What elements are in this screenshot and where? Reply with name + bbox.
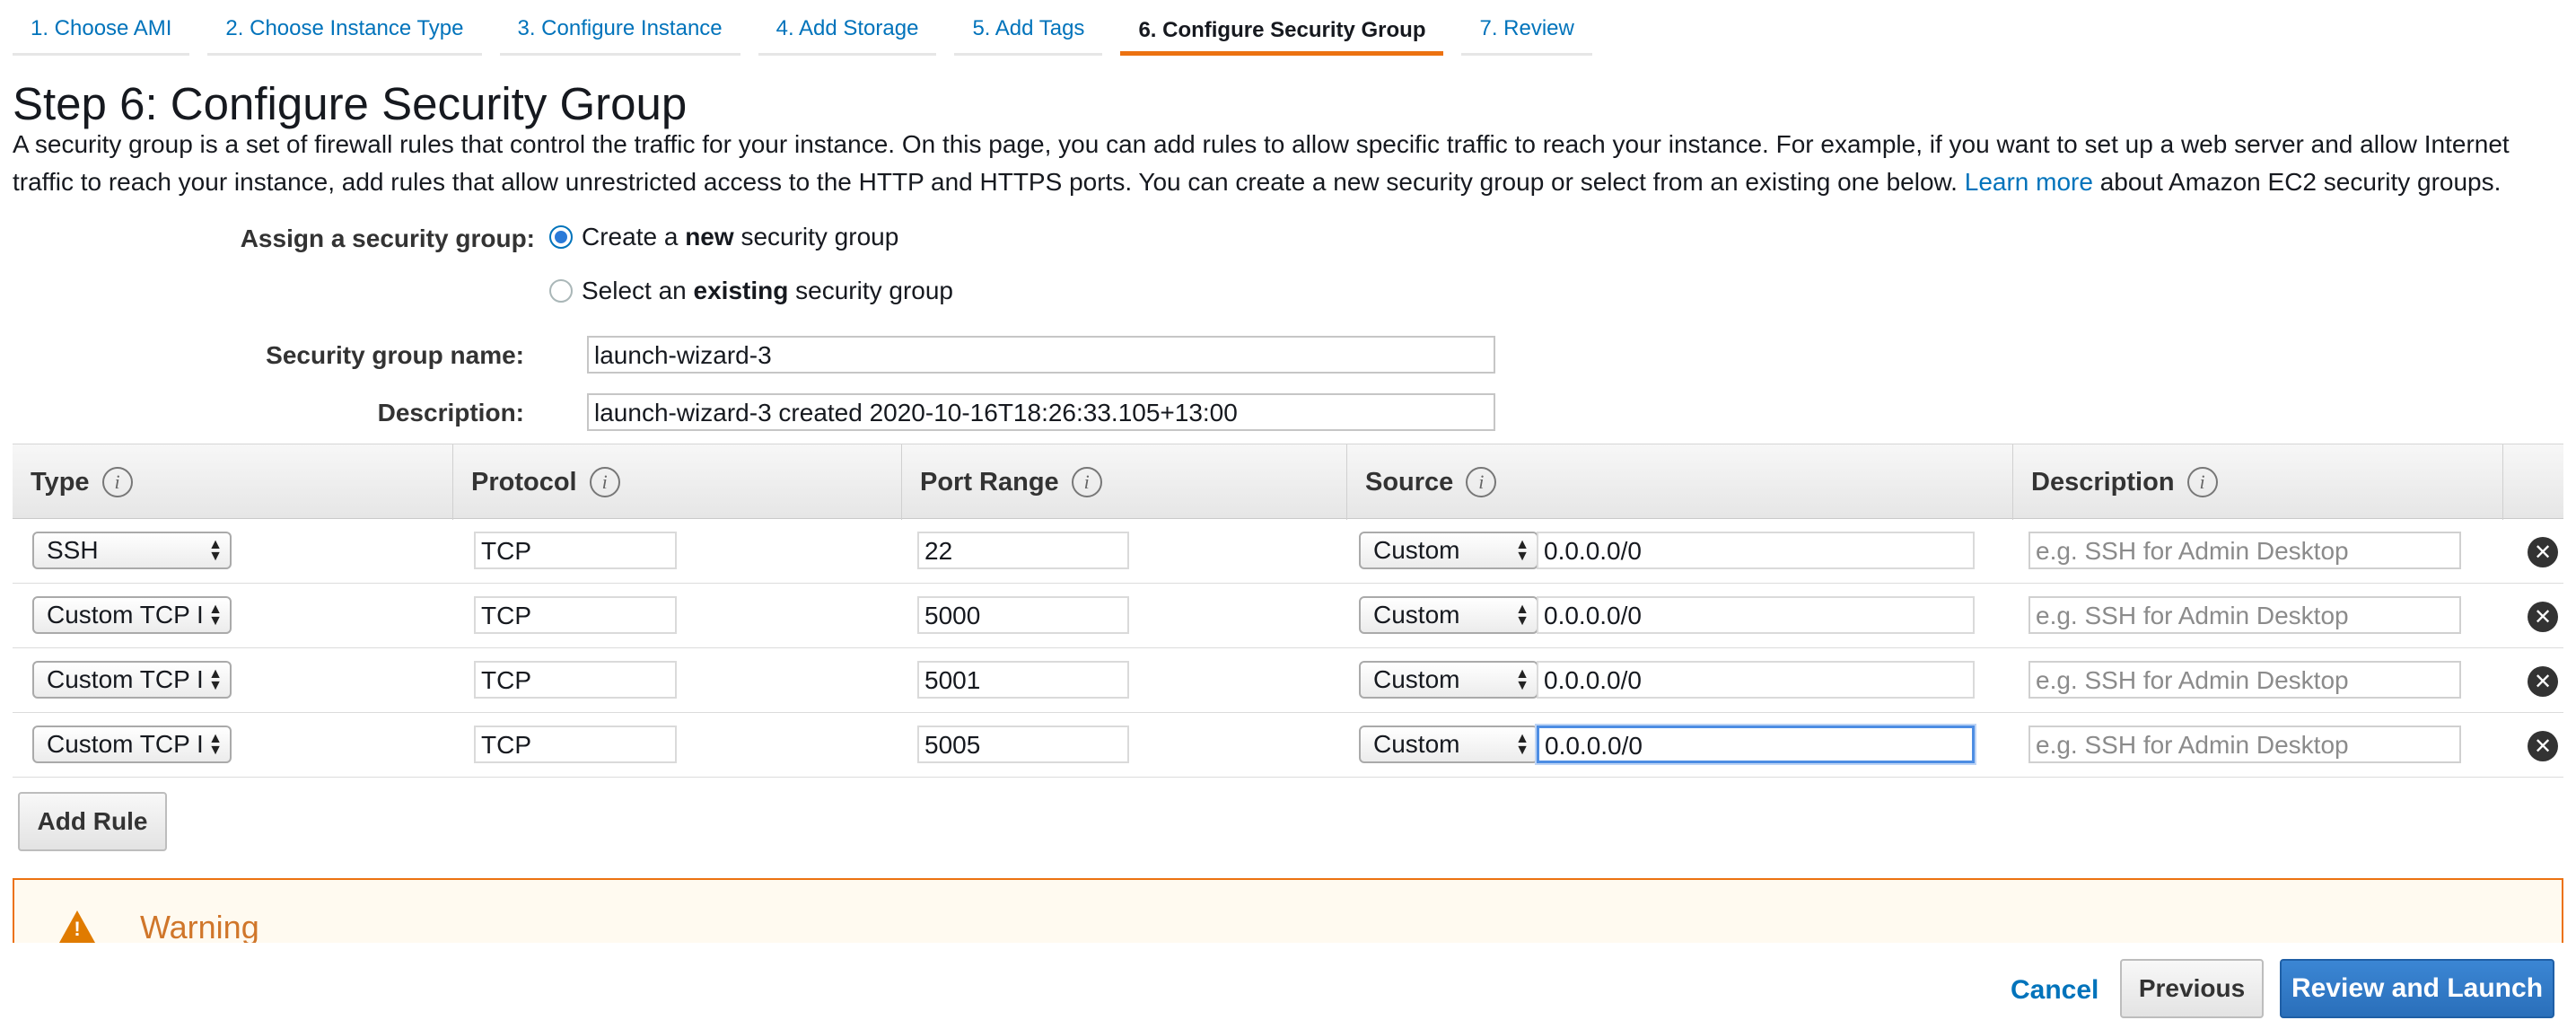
- info-icon[interactable]: i: [1466, 467, 1497, 497]
- warning-title: Warning: [140, 909, 259, 943]
- rule-type-select[interactable]: Custom TCP I ▲ ▼: [32, 596, 232, 634]
- rule-description-input[interactable]: e.g. SSH for Admin Desktop: [2028, 661, 2461, 699]
- protocol-field: TCP: [474, 596, 677, 634]
- step-add-storage[interactable]: 4. Add Storage: [758, 0, 937, 56]
- intro-suffix: about Amazon EC2 security groups.: [2099, 168, 2502, 196]
- description-label: Description:: [377, 399, 524, 427]
- port-range-input[interactable]: 5001: [917, 661, 1129, 699]
- rule-description-input[interactable]: e.g. SSH for Admin Desktop: [2028, 596, 2461, 634]
- info-icon[interactable]: i: [1071, 467, 1102, 497]
- port-range-input[interactable]: 22: [917, 532, 1129, 569]
- source-cidr-input[interactable]: 0.0.0.0/0: [1537, 532, 1975, 569]
- header-description: Description i: [2012, 444, 2502, 520]
- radio-create-new-label[interactable]: Create a new security group: [582, 223, 898, 251]
- review-and-launch-button[interactable]: Review and Launch: [2280, 959, 2554, 1018]
- select-arrows-icon: ▲ ▼: [1515, 731, 1529, 758]
- table-row: Custom TCP I ▲ ▼ TCP 5005 Custom ▲ ▼ 0.0.0.0…: [13, 713, 2563, 778]
- remove-rule-icon[interactable]: ✕: [2528, 731, 2558, 761]
- table-row: Custom TCP I ▲ ▼ TCP 5001 Custom ▲ ▼ 0.0.0.0…: [13, 648, 2563, 713]
- step-add-tags[interactable]: 5. Add Tags: [954, 0, 1103, 56]
- port-range-input[interactable]: 5000: [917, 596, 1129, 634]
- page-title: Step 6: Configure Security Group: [13, 78, 688, 129]
- protocol-field: TCP: [474, 661, 677, 699]
- select-arrows-icon: ▲ ▼: [208, 731, 223, 758]
- protocol-field: TCP: [474, 532, 677, 569]
- table-header: Type i Protocol i Port Range i Source i Desc…: [13, 444, 2563, 520]
- rule-description-input[interactable]: e.g. SSH for Admin Desktop: [2028, 726, 2461, 763]
- step-configure-security-group[interactable]: 6. Configure Security Group: [1120, 0, 1444, 56]
- radio-create-new[interactable]: Create a new security group: [549, 223, 898, 251]
- remove-rule-icon[interactable]: ✕: [2528, 537, 2558, 567]
- previous-button[interactable]: Previous: [2120, 959, 2264, 1018]
- header-protocol: Protocol i: [452, 444, 901, 520]
- warning-exclamation: !: [74, 918, 81, 940]
- radio-select-existing-label[interactable]: Select an existing security group: [582, 277, 953, 305]
- remove-rule-icon[interactable]: ✕: [2528, 666, 2558, 697]
- table-row: SSH ▲ ▼ TCP 22 Custom ▲ ▼ 0.0.0.0/0 e.g. SSH…: [13, 519, 2563, 584]
- wizard-steps: 1. Choose AMI 2. Choose Instance Type 3.…: [13, 0, 1610, 59]
- select-arrows-icon: ▲ ▼: [1515, 602, 1529, 629]
- select-arrows-icon: ▲ ▼: [208, 602, 223, 629]
- header-actions: [2502, 444, 2563, 520]
- source-cidr-input[interactable]: 0.0.0.0/0: [1537, 661, 1975, 699]
- radio-select-existing[interactable]: Select an existing security group: [549, 277, 953, 305]
- header-port-range: Port Range i: [901, 444, 1346, 520]
- table-row: Custom TCP I ▲ ▼ TCP 5000 Custom ▲ ▼ 0.0.0.0…: [13, 584, 2563, 648]
- rule-type-select[interactable]: Custom TCP I ▲ ▼: [32, 661, 232, 699]
- rule-description-input[interactable]: e.g. SSH for Admin Desktop: [2028, 532, 2461, 569]
- select-arrows-icon: ▲ ▼: [1515, 537, 1529, 564]
- source-cidr-input[interactable]: 0.0.0.0/0: [1537, 726, 1975, 763]
- select-arrows-icon: ▲ ▼: [1515, 666, 1529, 693]
- step-choose-instance-type[interactable]: 2. Choose Instance Type: [207, 0, 482, 56]
- step-configure-instance[interactable]: 3. Configure Instance: [499, 0, 740, 56]
- header-source: Source i: [1346, 444, 2012, 520]
- source-type-select[interactable]: Custom ▲ ▼: [1359, 726, 1538, 763]
- select-arrows-icon: ▲ ▼: [208, 666, 223, 693]
- cancel-link[interactable]: Cancel: [2011, 975, 2098, 1006]
- learn-more-link[interactable]: Learn more: [1965, 168, 2093, 196]
- header-type: Type i: [13, 444, 452, 520]
- step-review[interactable]: 7. Review: [1461, 0, 1592, 56]
- inbound-rules-table: Type i Protocol i Port Range i Source i Desc…: [13, 444, 2563, 778]
- security-group-name-input[interactable]: launch-wizard-3: [587, 336, 1495, 374]
- remove-rule-icon[interactable]: ✕: [2528, 602, 2558, 632]
- radio-select-existing-button[interactable]: [549, 279, 573, 303]
- info-icon[interactable]: i: [2186, 467, 2218, 497]
- rule-type-select[interactable]: SSH ▲ ▼: [32, 532, 232, 569]
- rule-type-select[interactable]: Custom TCP I ▲ ▼: [32, 726, 232, 763]
- add-rule-button[interactable]: Add Rule: [18, 792, 167, 851]
- security-group-name-label: Security group name:: [266, 341, 524, 369]
- source-cidr-input[interactable]: 0.0.0.0/0: [1537, 596, 1975, 634]
- source-type-select[interactable]: Custom ▲ ▼: [1359, 596, 1538, 634]
- select-arrows-icon: ▲ ▼: [208, 537, 223, 564]
- protocol-field: TCP: [474, 726, 677, 763]
- info-icon[interactable]: i: [589, 467, 620, 497]
- assign-group-label: Assign a security group:: [240, 224, 535, 252]
- radio-create-new-button[interactable]: [549, 225, 573, 249]
- source-type-select[interactable]: Custom ▲ ▼: [1359, 661, 1538, 699]
- step-choose-ami[interactable]: 1. Choose AMI: [13, 0, 190, 56]
- info-icon[interactable]: i: [101, 467, 133, 497]
- intro-paragraph: A security group is a set of firewall ru…: [13, 126, 2571, 201]
- port-range-input[interactable]: 5005: [917, 726, 1129, 763]
- warning-box: ! Warning: [13, 878, 2563, 943]
- security-group-description-input[interactable]: launch-wizard-3 created 2020-10-16T18:26…: [587, 393, 1495, 431]
- source-type-select[interactable]: Custom ▲ ▼: [1359, 532, 1538, 569]
